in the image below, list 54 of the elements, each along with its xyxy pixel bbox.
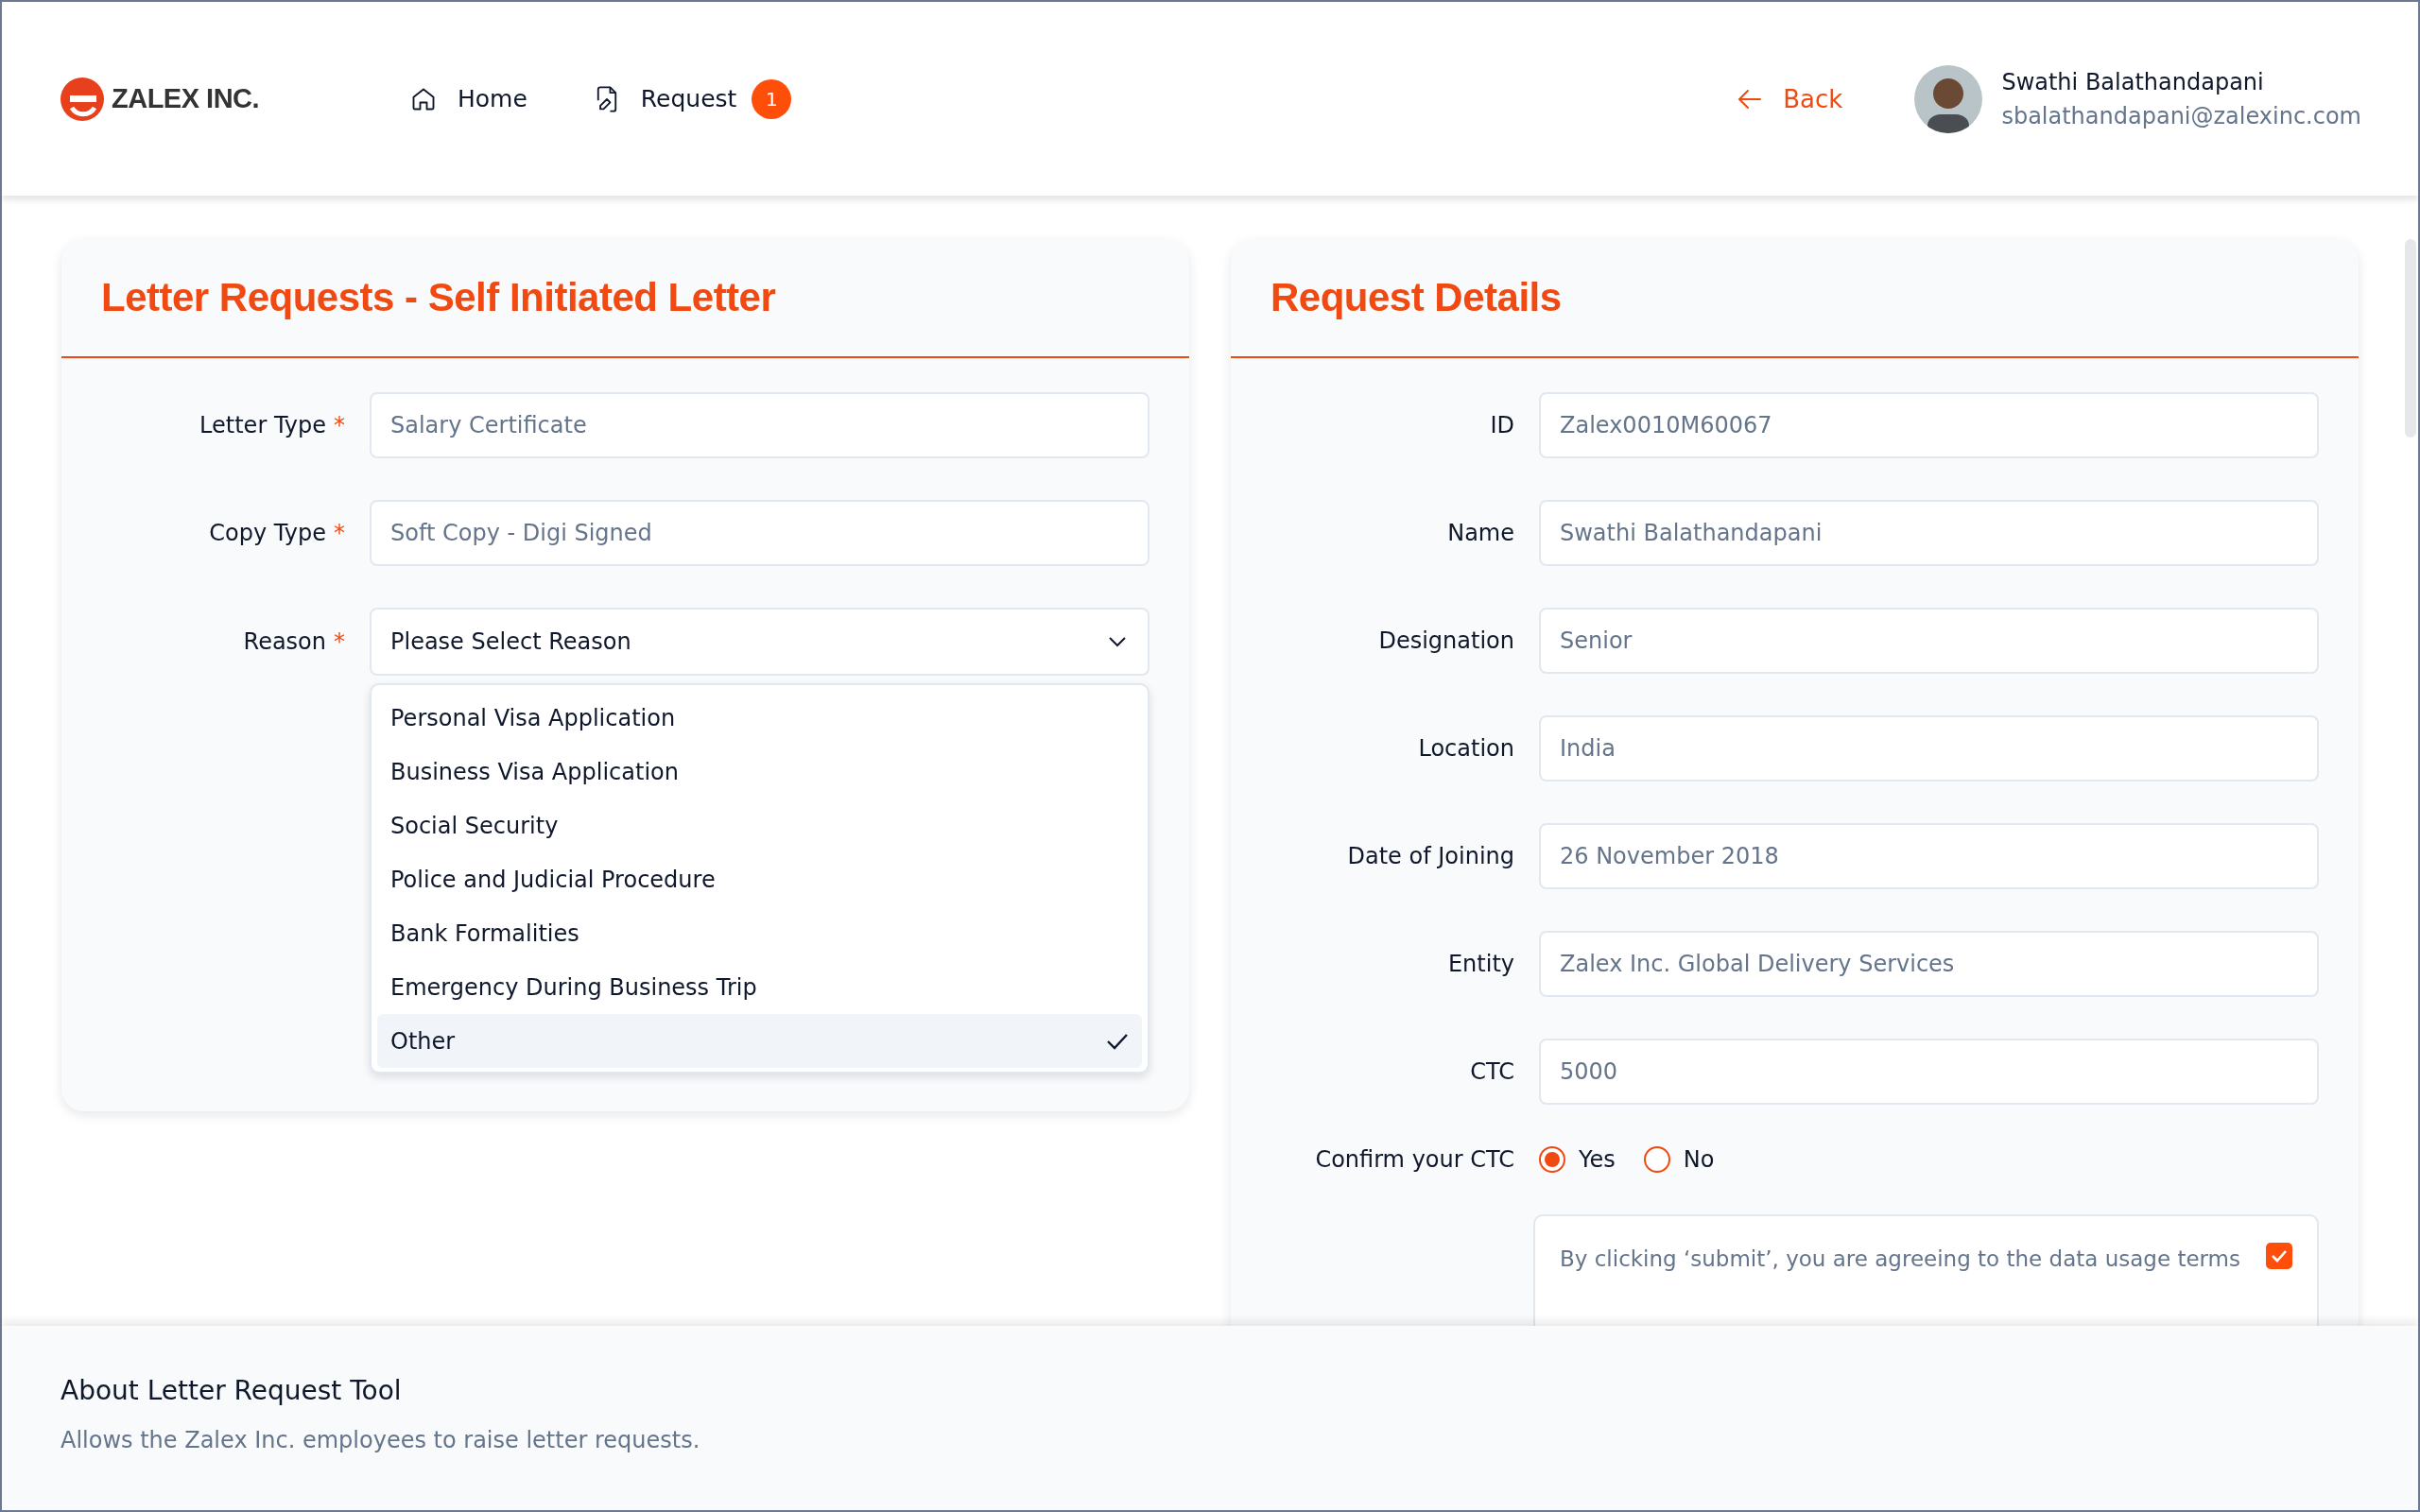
- required-mark: *: [334, 628, 345, 655]
- scrollbar-thumb[interactable]: [2405, 239, 2416, 438]
- dropdown-option[interactable]: Other: [377, 1014, 1142, 1068]
- text-field[interactable]: India: [1539, 715, 2319, 782]
- dropdown-option[interactable]: Social Security: [377, 799, 1142, 852]
- field-label: Letter Type: [199, 412, 326, 438]
- arrow-left-icon: [1737, 88, 1763, 110]
- text-field[interactable]: Salary Certificate: [370, 392, 1150, 458]
- logo-text: ZALEX INC.: [112, 83, 260, 114]
- field-label: Copy Type: [209, 520, 326, 546]
- text-field[interactable]: Zalex0010M60067: [1539, 392, 2319, 458]
- radio-option[interactable]: No: [1643, 1146, 1715, 1173]
- radio-icon[interactable]: [1643, 1146, 1670, 1173]
- chevron-down-icon: [1108, 636, 1127, 647]
- text-field[interactable]: Swathi Balathandapani: [1539, 500, 2319, 566]
- dropdown-option[interactable]: Personal Visa Application: [377, 691, 1142, 745]
- field-label: Name: [1447, 520, 1514, 546]
- back-link[interactable]: Back: [1737, 84, 1843, 113]
- text-field[interactable]: Senior: [1539, 608, 2319, 674]
- field-label: Designation: [1378, 627, 1514, 654]
- dropdown-option[interactable]: Bank Formalities: [377, 906, 1142, 960]
- user-name: Swathi Balathandapani: [2001, 68, 2265, 95]
- required-mark: *: [334, 520, 345, 546]
- notification-badge: 1: [752, 78, 792, 119]
- nav-link[interactable]: Home: [410, 85, 527, 112]
- checkmark-icon: [2271, 1249, 2288, 1263]
- logo-icon: [60, 77, 104, 121]
- consent-checkbox[interactable]: [2266, 1243, 2292, 1269]
- panel-title: Request Details: [1231, 239, 2359, 358]
- reason-select[interactable]: Please Select Reason: [370, 608, 1150, 676]
- panel-title: Letter Requests - Self Initiated Letter: [61, 239, 1189, 358]
- nav-link[interactable]: Request 1: [593, 78, 792, 119]
- check-icon: [1106, 1032, 1129, 1050]
- field-label: Confirm your CTC: [1315, 1146, 1514, 1173]
- text-field[interactable]: Zalex Inc. Global Delivery Services: [1539, 931, 2319, 997]
- text-field[interactable]: 5000: [1539, 1039, 2319, 1105]
- text-field[interactable]: 26 November 2018: [1539, 823, 2319, 889]
- footer-text: Allows the Zalex Inc. employees to raise letter requests.: [60, 1427, 701, 1453]
- dropdown-option[interactable]: Police and Judicial Procedure: [377, 852, 1142, 906]
- required-mark: *: [334, 412, 345, 438]
- dropdown-option[interactable]: Business Visa Application: [377, 745, 1142, 799]
- dropdown-option[interactable]: Emergency During Business Trip: [377, 960, 1142, 1014]
- field-label: Location: [1418, 735, 1514, 762]
- field-label: Entity: [1447, 951, 1514, 977]
- field-label: Date of Joining: [1347, 843, 1514, 869]
- field-label: Reason: [243, 628, 326, 655]
- text-field[interactable]: Soft Copy - Digi Signed: [370, 500, 1150, 566]
- radio-icon[interactable]: [1539, 1146, 1565, 1173]
- consent-text: By clicking ‘submit’, you are agreeing to the data usage terms: [1560, 1246, 2240, 1273]
- radio-option[interactable]: Yes: [1539, 1146, 1616, 1173]
- user-email: sbalathandapani@zalexinc.com: [2001, 102, 2361, 129]
- footer-title: About Letter Request Tool: [60, 1375, 403, 1406]
- field-label: ID: [1490, 412, 1514, 438]
- field-label: CTC: [1470, 1058, 1514, 1085]
